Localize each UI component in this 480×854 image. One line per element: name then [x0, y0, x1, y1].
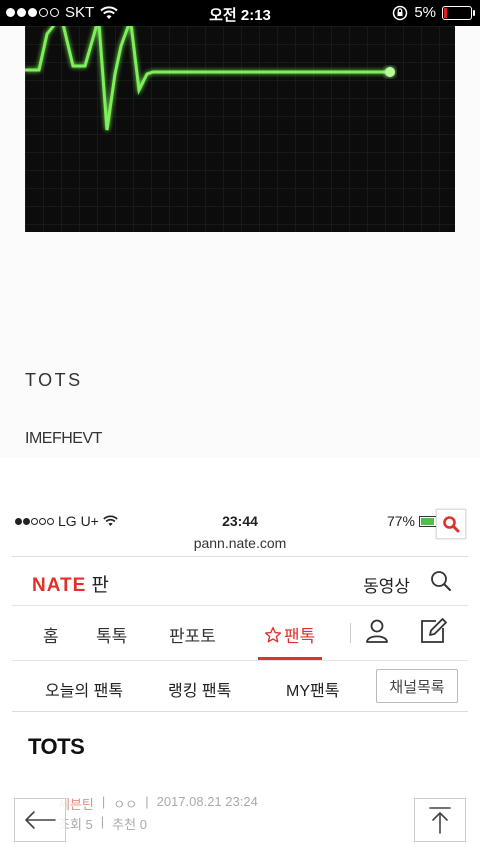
article-title: TOTS	[25, 370, 83, 390]
tab-pan-photo[interactable]: 판포토	[169, 622, 216, 647]
subtab-ranking[interactable]: 랭킹 팬톡	[168, 677, 231, 701]
write-button[interactable]	[418, 616, 448, 651]
edit-icon	[421, 618, 447, 643]
star-icon	[264, 626, 282, 642]
post-recommend: 추천 0	[112, 817, 147, 832]
post-stats: 조회 5 | 추천 0	[58, 814, 147, 833]
status-right: 5%	[392, 4, 475, 21]
meta-separator: |	[145, 794, 149, 809]
search-icon	[443, 516, 460, 533]
tab-toktok[interactable]: 톡톡	[96, 622, 127, 647]
heart-monitor-image	[25, 26, 455, 232]
rotation-lock-icon	[393, 5, 408, 20]
tab-fantalk-label: 팬톡	[284, 627, 316, 646]
video-link[interactable]: 동영상	[363, 572, 410, 597]
arrow-left-icon	[25, 811, 56, 829]
tab-fantalk[interactable]: 팬톡	[264, 622, 315, 647]
post-title: TOTS	[28, 734, 85, 759]
battery-percent: 5%	[414, 4, 436, 21]
back-button[interactable]	[14, 798, 66, 842]
meta-separator: |	[101, 794, 106, 809]
inner-battery-percent: 77%	[386, 513, 415, 529]
channel-list-button[interactable]: 채널목록	[376, 669, 458, 703]
status-bar: SKT 오전 2:13 5%	[0, 0, 480, 26]
article-region: TOTS IMEFHEVT	[0, 26, 480, 458]
tab-home[interactable]: 홈	[43, 622, 59, 647]
post-author: ㅇㅇ	[113, 797, 138, 812]
user-button[interactable]	[364, 618, 390, 649]
site-header: NATE 판 동영상	[0, 562, 480, 606]
battery-icon	[442, 5, 475, 20]
post-date: 2017.08.21 23:24	[156, 794, 258, 809]
post-meta: 세븐틴 | ㅇㅇ | 2017.08.21 23:24	[58, 794, 258, 813]
subtab-my[interactable]: MY팬톡	[286, 677, 339, 701]
inner-status-right: 77%	[387, 513, 439, 529]
article-subtitle: IMEFHEVT	[25, 430, 102, 447]
main-tabs: 홈 톡톡 판포토 팬톡	[0, 606, 480, 660]
search-icon	[431, 571, 451, 591]
divider	[12, 556, 468, 557]
header-search-button[interactable]	[430, 570, 452, 597]
logo-section: 판	[91, 575, 109, 596]
arrow-up-to-top-icon	[429, 807, 451, 834]
url-bar[interactable]: pann.nate.com	[0, 535, 480, 551]
nate-pann-logo[interactable]: NATE 판	[32, 570, 109, 597]
logo-brand: NATE	[32, 575, 87, 596]
subtab-today[interactable]: 오늘의 팬톡	[45, 677, 123, 701]
divider	[12, 711, 468, 712]
scroll-top-button[interactable]	[414, 798, 466, 842]
user-icon	[366, 619, 388, 643]
embedded-screenshot: LG U+ 23:44 77% pann.nate.com NATE 판 동영상	[0, 458, 480, 854]
sub-tabs: 오늘의 팬톡 랭킹 팬톡 MY팬톡 채널목록	[0, 661, 480, 711]
divider	[350, 623, 351, 643]
meta-separator: |	[100, 814, 105, 829]
